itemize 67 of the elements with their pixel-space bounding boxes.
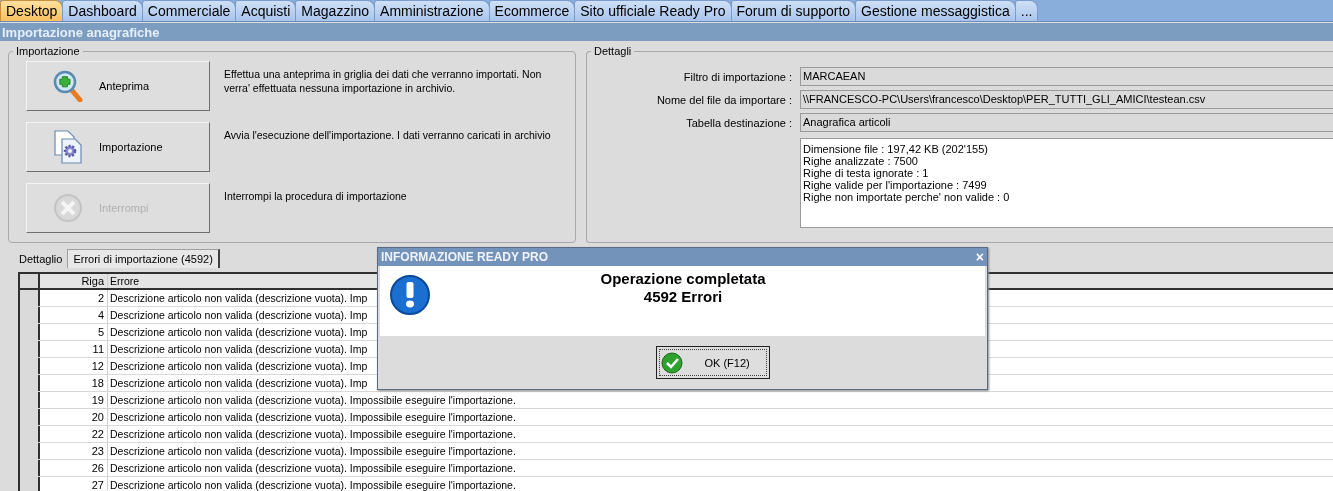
summary-line: Righe analizzate : 7500	[803, 155, 919, 167]
dialog-message: 4592 Errori	[642, 288, 724, 306]
table-cell: 11	[40, 341, 108, 357]
table-cell-text: Descrizione articolo non valida (descrizione vuota). Impossibile eseguire l'importazione.	[109, 444, 516, 459]
table-cell-text: Descrizione articolo non valida (descrizione vuota). Impossibile eseguire l'importazione.	[109, 461, 516, 476]
tab[interactable]: Magazzino	[295, 0, 376, 21]
tab[interactable]: ...	[1014, 0, 1039, 21]
tab[interactable]: Ecommerce	[488, 0, 576, 21]
table-cell-text: Descrizione articolo non valida (descrizione vuota). Imp	[109, 325, 368, 340]
magnifier-plus-icon	[53, 70, 83, 102]
group-title: Dettagli	[593, 45, 633, 57]
summary-line: Righe di testa ignorate : 1	[803, 167, 930, 179]
exclamation-icon	[389, 274, 431, 316]
readonly-field: \\FRANCESCO-PC\Users\francesco\Desktop\PER_TUTTI_GLI_AMICI\testean.csv	[800, 90, 1333, 109]
summary-line: Righe valide per l'importazione : 7499	[803, 179, 988, 191]
tab[interactable]: Errori di importazione (4592)	[67, 249, 220, 268]
table-cell: 19	[40, 392, 108, 408]
readonly-field: MARCAEAN	[800, 67, 1333, 86]
table-cell: 2	[40, 290, 108, 306]
tab[interactable]: Sito ufficiale Ready Pro	[574, 0, 732, 21]
table-cell: 18	[40, 375, 108, 391]
action-button[interactable]: Importazione	[26, 122, 210, 172]
action-description: Interrompi la procedura di importazione	[224, 189, 408, 204]
tab[interactable]: Dettaglio	[14, 249, 68, 268]
table-cell-text: Descrizione articolo non valida (descrizione vuota). Imp	[109, 291, 368, 306]
tab[interactable]: Forum di supporto	[730, 0, 857, 21]
section-title: Importazione anagrafiche	[2, 24, 160, 40]
table-cell: 23	[40, 443, 108, 459]
table-cell-text: Descrizione articolo non valida (descrizione vuota). Imp	[109, 308, 368, 323]
action-button[interactable]: Anteprima	[26, 61, 210, 111]
field-label: Nome del file da importare :	[655, 93, 792, 106]
tab[interactable]: Amministrazione	[374, 0, 490, 21]
table-cell-text: Descrizione articolo non valida (descrizione vuota). Impossibile eseguire l'importazione.	[109, 410, 516, 425]
table-cell-text: Descrizione articolo non valida (descrizione vuota). Impossibile eseguire l'importazione.	[109, 427, 516, 442]
table-cell: 20	[40, 409, 108, 425]
action-description: Effettua una anteprima in griglia dei dati che verranno importati. Non verra' effettuata nessuna importazione in archivio.	[224, 67, 543, 96]
table-cell: 27	[40, 477, 108, 491]
dialog-message: Operazione completata	[599, 270, 767, 288]
group-title: Importazione	[15, 45, 81, 57]
ok-button[interactable]: OK (F12)	[655, 346, 770, 379]
tab[interactable]: Acquisti	[235, 0, 297, 21]
document-gear-icon	[53, 130, 83, 164]
tab[interactable]: Desktop	[0, 0, 64, 21]
table-cell: 5	[40, 324, 108, 340]
table-cell-text: Descrizione articolo non valida (descrizione vuota). Impossibile eseguire l'importazione.	[109, 393, 516, 408]
table-cell-text: Descrizione articolo non valida (descrizione vuota). Impossibile eseguire l'importazione.	[109, 478, 516, 491]
checkmark-icon	[660, 351, 683, 374]
column-header: Errore	[109, 274, 140, 288]
table-cell-text: Descrizione articolo non valida (descrizione vuota). Imp	[109, 376, 368, 391]
readonly-field: Anagrafica articoli	[800, 113, 1333, 132]
tab[interactable]: Gestione messaggistica	[855, 0, 1016, 21]
summary-line: Righe non importate perche' non valide : 0	[803, 191, 1011, 203]
tab[interactable]: Dashboard	[62, 0, 143, 21]
dialog-title: INFORMAZIONE READY PRO	[381, 250, 549, 264]
stop-x-icon	[53, 193, 83, 223]
table-cell: 26	[40, 460, 108, 476]
tab[interactable]: Commerciale	[141, 0, 237, 21]
table-cell-text: Descrizione articolo non valida (descrizione vuota). Imp	[109, 342, 368, 357]
table-cell: 4	[40, 307, 108, 323]
summary-line: Dimensione file : 197,42 KB (202'155)	[803, 143, 989, 155]
table-cell: 22	[40, 426, 108, 442]
table-cell: 12	[40, 358, 108, 374]
column-header: Riga	[40, 274, 108, 288]
field-label: Filtro di importazione :	[682, 70, 792, 83]
action-description: Avvia l'esecuzione dell'importazione. I dati verranno caricati in archivio	[224, 128, 552, 143]
table-cell-text: Descrizione articolo non valida (descrizione vuota). Imp	[109, 359, 368, 374]
field-label: Tabella destinazione :	[685, 116, 792, 129]
